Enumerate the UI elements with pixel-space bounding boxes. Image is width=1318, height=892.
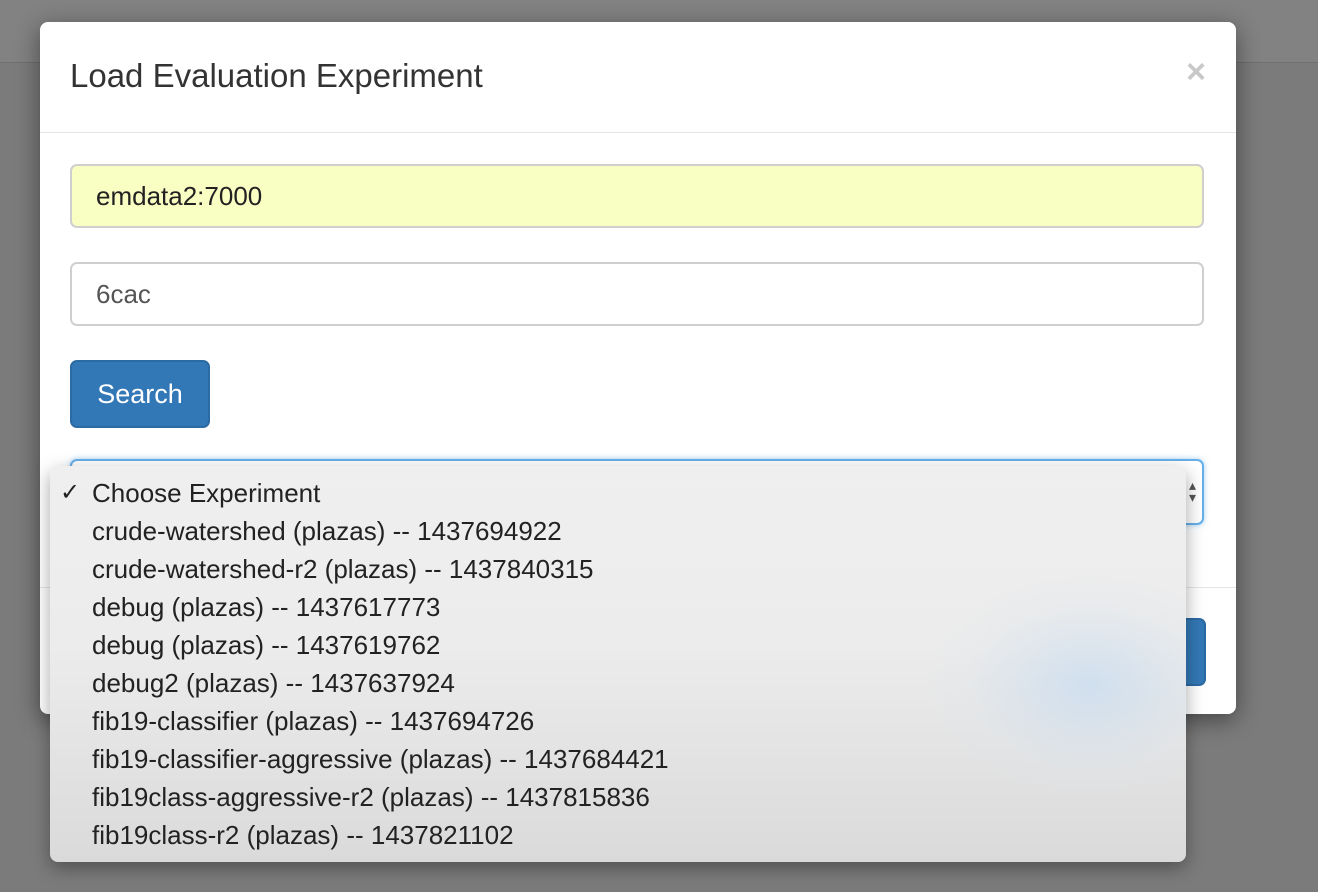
server-address-input[interactable] [70, 164, 1204, 228]
option-label: debug (plazas) -- 1437619762 [92, 630, 441, 660]
option-label: crude-watershed (plazas) -- 1437694922 [92, 516, 562, 546]
option-label: debug (plazas) -- 1437617773 [92, 592, 441, 622]
dialog-header: Load Evaluation Experiment × [40, 22, 1236, 133]
check-icon: ✓ [60, 479, 81, 506]
select-arrows-icon: ▴ ▾ [1188, 477, 1196, 505]
option-label: fib19class-aggressive-r2 (plazas) -- 143… [92, 782, 650, 812]
option-label: Choose Experiment [92, 478, 321, 508]
option-label: fib19-classifier-aggressive (plazas) -- … [92, 744, 669, 774]
experiment-option[interactable]: debug (plazas) -- 1437619762 [50, 626, 1186, 664]
option-label: crude-watershed-r2 (plazas) -- 143784031… [92, 554, 594, 584]
experiment-option[interactable]: fib19class-r2 (plazas) -- 1437821102 [50, 816, 1186, 854]
experiment-option[interactable]: debug (plazas) -- 1437617773 [50, 588, 1186, 626]
dialog-title: Load Evaluation Experiment [70, 57, 483, 94]
experiment-option[interactable]: ✓ Choose Experiment [50, 474, 1186, 512]
close-icon[interactable]: × [1186, 52, 1206, 92]
experiment-option[interactable]: fib19-classifier-aggressive (plazas) -- … [50, 740, 1186, 778]
experiment-option[interactable]: fib19-classifier (plazas) -- 1437694726 [50, 702, 1186, 740]
uuid-input[interactable] [70, 262, 1204, 326]
experiment-option[interactable]: crude-watershed (plazas) -- 1437694922 [50, 512, 1186, 550]
search-button[interactable]: Search [70, 360, 210, 428]
experiment-option[interactable]: debug2 (plazas) -- 1437637924 [50, 664, 1186, 702]
experiment-option[interactable]: fib19class-aggressive-r2 (plazas) -- 143… [50, 778, 1186, 816]
option-label: fib19class-r2 (plazas) -- 1437821102 [92, 820, 514, 850]
experiment-option[interactable]: crude-watershed-r2 (plazas) -- 143784031… [50, 550, 1186, 588]
option-label: fib19-classifier (plazas) -- 1437694726 [92, 706, 535, 736]
option-label: debug2 (plazas) -- 1437637924 [92, 668, 455, 698]
experiment-dropdown-list: ✓ Choose Experiment crude-watershed (pla… [50, 466, 1186, 862]
